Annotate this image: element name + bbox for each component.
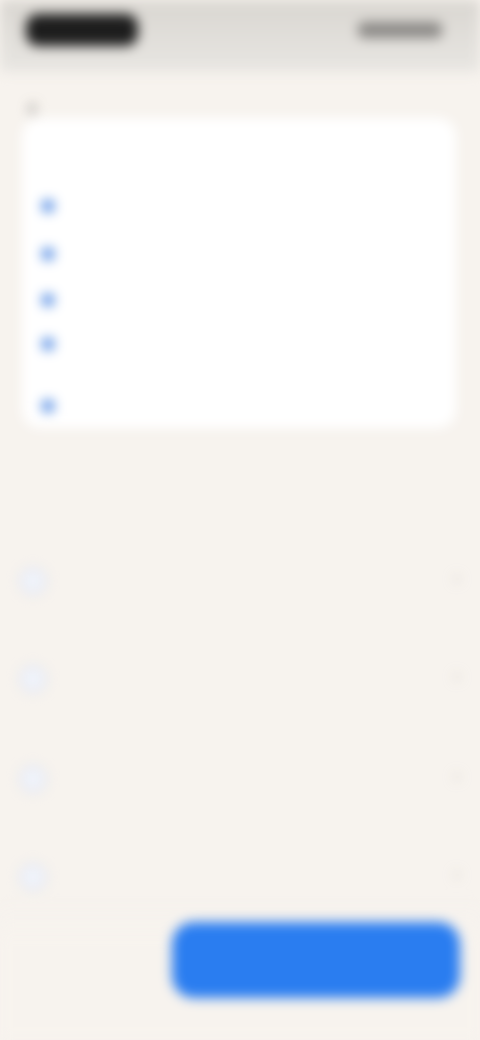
requirement-item	[42, 332, 432, 350]
requirement-item	[42, 194, 432, 212]
status-time	[26, 14, 138, 46]
question-row[interactable]: ›	[20, 760, 460, 792]
radio-circle-icon[interactable]	[20, 568, 46, 594]
bullet-dot	[42, 248, 54, 260]
requirement-item	[42, 288, 432, 306]
requirement-item	[42, 394, 432, 412]
question-row[interactable]: ›	[20, 858, 460, 890]
radio-circle-icon[interactable]	[20, 766, 46, 792]
bullet-dot	[42, 338, 54, 350]
status-bar	[0, 0, 480, 72]
bullet-dot	[42, 400, 54, 412]
bullet-dot	[42, 200, 54, 212]
secondary-button[interactable]	[34, 940, 154, 980]
chevron-right-icon: ›	[454, 666, 460, 686]
bullet-dot	[42, 294, 54, 306]
requirements-card	[22, 118, 456, 428]
radio-circle-icon[interactable]	[20, 864, 46, 890]
status-indicators	[358, 22, 442, 38]
chevron-right-icon: ›	[454, 766, 460, 786]
requirement-item	[42, 242, 432, 260]
chevron-right-icon: ›	[454, 568, 460, 588]
question-row[interactable]: ›	[20, 562, 460, 594]
radio-circle-icon[interactable]	[20, 666, 46, 692]
blurred-screen: ‹ › › › ›	[0, 0, 480, 1040]
question-row[interactable]: ›	[20, 660, 460, 692]
primary-button[interactable]	[172, 922, 460, 998]
chevron-right-icon: ›	[454, 864, 460, 884]
